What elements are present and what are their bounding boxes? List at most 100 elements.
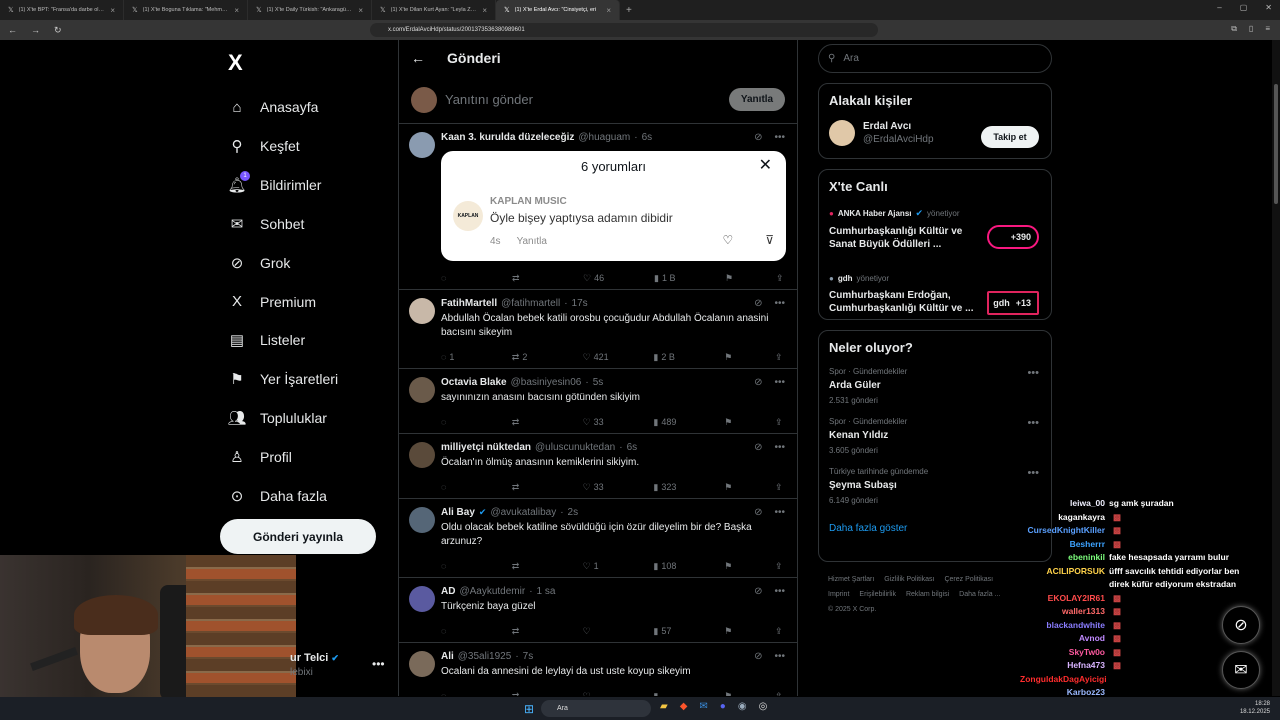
url-field[interactable]: x.com/ErdalAvciHdp/status/20013735363809… xyxy=(370,23,878,37)
share-icon[interactable]: ⇪ xyxy=(775,561,785,572)
footer-link[interactable]: Çerez Politikası xyxy=(944,576,993,583)
extensions-icon[interactable]: ⧉ xyxy=(1231,24,1237,34)
minimize-icon[interactable]: – xyxy=(1217,3,1221,12)
reply-tweet[interactable]: FatihMartell @fatihmartell · 17s Abdullah Öc… xyxy=(399,290,797,369)
more-icon[interactable]: ••• xyxy=(774,507,785,518)
bookmark-icon[interactable]: ⚑ xyxy=(724,417,734,428)
bookmark-icon[interactable]: ⚑ xyxy=(724,482,734,493)
live-item[interactable]: ● gdh yönetiyor Cumhurbaşkanı Erdoğan, Cumh… xyxy=(829,274,1041,326)
like-action[interactable]: ♡ 46 xyxy=(583,273,613,284)
views-action[interactable]: ▮ 489 xyxy=(653,417,683,428)
tweet-time[interactable]: 6s xyxy=(642,132,653,143)
bookmark-icon[interactable]: ⚑ xyxy=(724,626,734,637)
tweet-time[interactable]: 7s xyxy=(523,651,534,662)
reply-action[interactable]: ◌ xyxy=(441,482,471,492)
footer-link[interactable]: Daha fazla ... xyxy=(959,591,1000,598)
more-icon[interactable]: ••• xyxy=(1027,467,1039,479)
nav-item-yer-i̇şaretleri[interactable]: ⚑ Yer İşaretleri xyxy=(228,370,338,388)
footer-link[interactable]: Imprint xyxy=(828,591,849,598)
footer-link[interactable]: Reklam bilgisi xyxy=(906,591,949,598)
reload-icon[interactable]: ↻ xyxy=(54,25,62,36)
more-icon[interactable]: ••• xyxy=(774,377,785,388)
nav-item-daha-fazla[interactable]: ⊙ Daha fazla xyxy=(228,487,327,505)
retweet-action[interactable]: ⇄ xyxy=(512,691,542,697)
reply-action[interactable]: ◌ xyxy=(441,417,471,427)
avatar[interactable] xyxy=(409,377,435,403)
file-explorer-icon[interactable]: ▰ xyxy=(660,701,668,712)
bookmark-icon[interactable]: ⚑ xyxy=(724,352,734,363)
browser-tab[interactable]: 𝕏 (1) X'te Boguna Tıklama: "Mehmet Ali × xyxy=(124,0,248,20)
x-logo-icon[interactable]: X xyxy=(228,50,243,76)
nav-item-bildirimler[interactable]: 🔔︎ 1 Bildirimler xyxy=(227,170,321,194)
views-action[interactable]: ▮ 1 B xyxy=(654,273,684,284)
avatar[interactable] xyxy=(409,442,435,468)
reply-tweet[interactable]: Kaan 3. kurulda düzeleceğiz @huaguam · 6s 6 … xyxy=(399,124,797,290)
footer-link[interactable]: Erişilebilirlik xyxy=(859,591,896,598)
more-icon[interactable]: ••• xyxy=(1027,367,1039,379)
views-action[interactable]: ▮ 108 xyxy=(653,561,683,572)
author-name[interactable]: Kaan 3. kurulda düzeleceğiz xyxy=(441,132,574,143)
grok-icon[interactable]: ⊘ xyxy=(754,507,762,518)
retweet-action[interactable]: ⇄ xyxy=(512,482,542,493)
live-listeners[interactable]: +390 xyxy=(986,225,1039,249)
close-tab-icon[interactable]: × xyxy=(482,6,487,15)
avatar[interactable] xyxy=(409,651,435,677)
maximize-icon[interactable]: ▢ xyxy=(1240,3,1248,12)
taskbar-search[interactable]: Ara xyxy=(541,700,651,717)
brave-icon[interactable]: ◆ xyxy=(680,701,688,712)
avatar[interactable] xyxy=(409,586,435,612)
reply-action[interactable]: ◌ xyxy=(441,691,471,696)
sidebar-icon[interactable]: ▯ xyxy=(1249,24,1253,34)
new-tab-icon[interactable]: + xyxy=(626,5,632,16)
retweet-action[interactable]: ⇄ xyxy=(512,561,542,572)
related-name[interactable]: Erdal Avcı xyxy=(863,121,934,132)
live-listeners[interactable]: gdh +13 xyxy=(987,291,1039,315)
more-icon[interactable]: ••• xyxy=(774,651,785,662)
share-icon[interactable]: ⇪ xyxy=(775,482,785,493)
browser-tab[interactable]: 𝕏 (1) X'te Dilan Kurt Ayan: "Leyla Zana × xyxy=(372,0,496,20)
tweet-time[interactable]: 17s xyxy=(572,298,588,309)
share-icon[interactable]: ⇪ xyxy=(775,417,785,428)
back-arrow-icon[interactable]: ← xyxy=(411,50,425,66)
account-more-icon[interactable]: ••• xyxy=(372,657,385,671)
steam-icon[interactable]: ◉ xyxy=(738,701,747,712)
more-icon[interactable]: ••• xyxy=(774,298,785,309)
like-action[interactable]: ♡ 33 xyxy=(583,417,613,428)
author-name[interactable]: Ali xyxy=(441,651,454,662)
retweet-action[interactable]: ⇄ 2 xyxy=(512,352,542,363)
views-action[interactable]: ▮ xyxy=(653,691,683,697)
nav-item-listeler[interactable]: ▤ Listeler xyxy=(228,331,305,349)
reply-tweet[interactable]: Octavia Blake @basiniyesin06 · 5s sayınınızı… xyxy=(399,369,797,434)
close-window-icon[interactable]: ✕ xyxy=(1265,3,1272,12)
author-name[interactable]: Octavia Blake xyxy=(441,377,507,388)
nav-item-profil[interactable]: ♙ Profil xyxy=(228,448,292,466)
footer-link[interactable]: Hizmet Şartları xyxy=(828,576,874,583)
close-tab-icon[interactable]: × xyxy=(234,6,239,15)
dislike-icon[interactable]: ⊽ xyxy=(765,233,774,247)
grok-icon[interactable]: ⊘ xyxy=(754,377,762,388)
tweet-time[interactable]: 1 sa xyxy=(537,586,556,597)
discord-icon[interactable]: ● xyxy=(720,701,726,712)
grok-icon[interactable]: ⊘ xyxy=(754,298,762,309)
bookmark-icon[interactable]: ⚑ xyxy=(724,691,734,697)
reply-input[interactable]: Yanıtını gönder xyxy=(445,92,533,107)
close-tab-icon[interactable]: × xyxy=(606,6,611,15)
avatar[interactable] xyxy=(409,132,435,158)
reply-action[interactable]: ◌ xyxy=(441,561,471,571)
browser-tab[interactable]: 𝕏 (1) X'te Erdal Avcı: "Cinsiyetçi, eri × xyxy=(496,0,620,20)
mail-icon[interactable]: ✉ xyxy=(699,701,707,712)
tweet-time[interactable]: 6s xyxy=(627,442,638,453)
views-action[interactable]: ▮ 323 xyxy=(653,482,683,493)
more-icon[interactable]: ••• xyxy=(774,442,785,453)
avatar[interactable] xyxy=(829,120,855,146)
like-action[interactable]: ♡ 33 xyxy=(583,482,613,493)
messages-fab-icon[interactable]: ✉ xyxy=(1222,651,1260,689)
grok-fab-icon[interactable]: ⊘ xyxy=(1222,606,1260,644)
share-icon[interactable]: ⇪ xyxy=(776,273,786,284)
nav-item-keşfet[interactable]: ⚲ Keşfet xyxy=(228,137,300,155)
windows-start-icon[interactable]: ⊞ xyxy=(524,702,534,716)
trend-item[interactable]: Spor · Gündemdekiler Arda Güler 2.531 gönd… xyxy=(829,367,1041,405)
retweet-action[interactable]: ⇄ xyxy=(512,417,542,428)
grok-icon[interactable]: ⊘ xyxy=(754,586,762,597)
heart-icon[interactable]: ♡ xyxy=(722,233,733,247)
